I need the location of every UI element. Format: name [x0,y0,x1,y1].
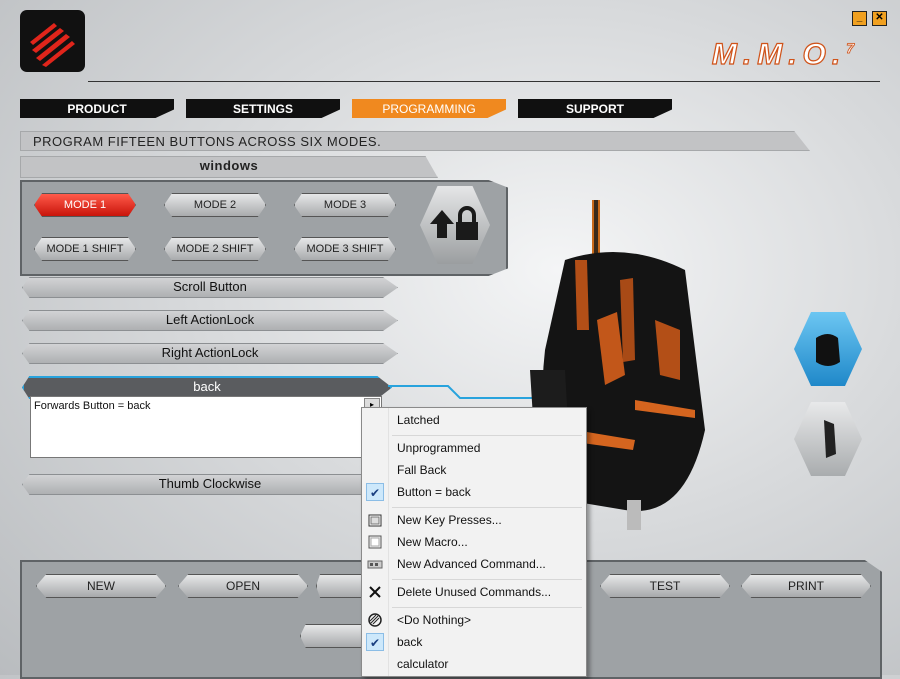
test-button[interactable]: TEST [600,574,730,598]
menu-item-button-back[interactable]: ✔ Button = back [362,481,586,503]
minimize-button[interactable]: _ [852,11,867,26]
menu-item-new-macro[interactable]: New Macro... [362,531,586,553]
menu-item-do-nothing[interactable]: <Do Nothing> [362,609,586,631]
x-delete-icon [366,583,384,601]
mode-2-shift-button[interactable]: MODE 2 SHIFT [164,237,266,261]
menu-separator [392,579,582,580]
mode-3-button[interactable]: MODE 3 [294,193,396,217]
print-button[interactable]: PRINT [741,574,871,598]
menu-item-new-advanced-command[interactable]: New Advanced Command... [362,553,586,575]
tab-settings[interactable]: SETTINGS [186,99,340,118]
mode-2-button[interactable]: MODE 2 [164,193,266,217]
menu-item-latched[interactable]: Latched [362,409,586,431]
menu-separator [392,507,582,508]
brand-name: M.M.O. [711,37,847,71]
brand-superscript: 7 [846,40,860,57]
open-button[interactable]: OPEN [178,574,308,598]
new-button[interactable]: NEW [36,574,166,598]
menu-item-label: Latched [397,413,440,427]
command-context-menu: Latched Unprogrammed Fall Back ✔ Button … [361,407,587,677]
button-bar-left-actionlock[interactable]: Left ActionLock [22,310,398,331]
menu-item-label: Unprogrammed [397,441,481,455]
menu-item-label: Delete Unused Commands... [397,585,552,599]
menu-item-label: calculator [397,657,449,671]
button-bar-scroll[interactable]: Scroll Button [22,277,398,298]
mode-3-shift-button[interactable]: MODE 3 SHIFT [294,237,396,261]
header-divider [88,81,880,82]
menu-item-label: New Macro... [397,535,468,549]
menu-item-back[interactable]: ✔ back [362,631,586,653]
do-nothing-icon [366,611,384,629]
menu-separator [392,435,582,436]
mode-1-button[interactable]: MODE 1 [34,193,136,217]
menu-item-label: New Key Presses... [397,513,502,527]
menu-item-label: <Do Nothing> [397,613,472,627]
macro-icon [366,533,384,551]
menu-item-delete-unused[interactable]: Delete Unused Commands... [362,581,586,603]
button-bar-right-actionlock[interactable]: Right ActionLock [22,343,398,364]
keypress-icon [366,511,384,529]
close-button[interactable]: ✕ [872,11,887,26]
menu-item-new-key-presses[interactable]: New Key Presses... [362,509,586,531]
menu-item-unprogrammed[interactable]: Unprogrammed [362,437,586,459]
check-icon: ✔ [366,633,384,651]
tab-programming[interactable]: PROGRAMMING [352,99,506,118]
check-icon: ✔ [366,483,384,501]
menu-item-fall-back[interactable]: Fall Back [362,459,586,481]
menu-item-label: Button = back [397,485,471,499]
menu-item-label: New Advanced Command... [397,557,546,571]
profile-name[interactable]: windows [20,156,438,178]
menu-separator [392,607,582,608]
command-detail-box[interactable]: Forwards Button = back [30,396,382,458]
tab-support[interactable]: SUPPORT [518,99,672,118]
tab-product[interactable]: PRODUCT [20,99,174,118]
mad-catz-logo [20,10,85,72]
mode-1-shift-button[interactable]: MODE 1 SHIFT [34,237,136,261]
button-bar-thumb-clockwise[interactable]: Thumb Clockwise [22,474,398,495]
brand-title: M.M.O.7 [711,37,860,72]
page-description: PROGRAM FIFTEEN BUTTONS ACROSS SIX MODES… [20,131,810,151]
advanced-command-icon [366,555,384,573]
menu-item-label: back [397,635,423,649]
mouse-engraving: MMO [635,402,657,412]
menu-item-label: Fall Back [397,463,447,477]
menu-item-calculator[interactable]: calculator [362,653,586,675]
